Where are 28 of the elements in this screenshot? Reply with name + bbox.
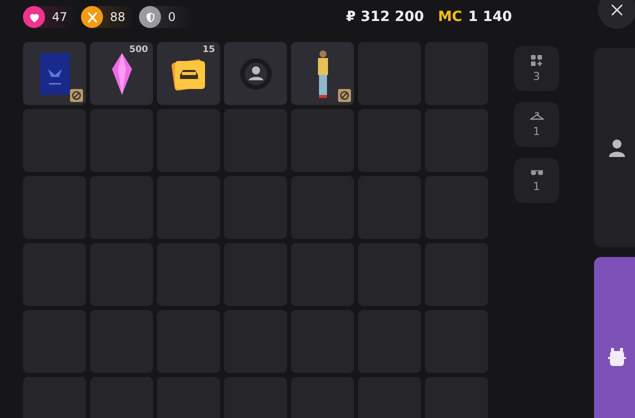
car-card-icon <box>170 56 206 90</box>
passport-icon <box>40 52 70 94</box>
inventory-item[interactable]: 500 <box>90 42 153 105</box>
item-count: 15 <box>202 45 215 55</box>
glasses-icon <box>530 168 544 176</box>
category-tab[interactable]: 1 <box>514 158 559 203</box>
rubles-balance: ₽ 312 200 <box>346 9 424 25</box>
stat-value: 88 <box>110 10 126 24</box>
backpack-tab[interactable] <box>594 257 635 418</box>
stat-value: 0 <box>168 10 176 24</box>
item-count: 500 <box>129 45 148 55</box>
avatar-frame-icon <box>238 56 274 92</box>
close-button[interactable] <box>598 0 635 29</box>
category-tab[interactable]: 3 <box>514 46 559 91</box>
inventory-item[interactable] <box>23 42 86 105</box>
person-icon <box>606 138 626 158</box>
mc-balance: 1 140 <box>468 9 512 25</box>
stat-value: 47 <box>52 10 68 24</box>
crystal-icon <box>110 52 134 96</box>
grid-icon <box>531 54 542 66</box>
inventory-item[interactable] <box>224 42 287 105</box>
inventory-item[interactable] <box>291 42 354 105</box>
hanger-icon <box>530 112 544 120</box>
backpack-icon <box>608 347 626 367</box>
mc-label: MC <box>438 9 462 25</box>
category-tab[interactable]: 1 <box>514 102 559 147</box>
inventory-item[interactable]: 15 <box>157 42 220 105</box>
close-icon <box>609 2 625 18</box>
